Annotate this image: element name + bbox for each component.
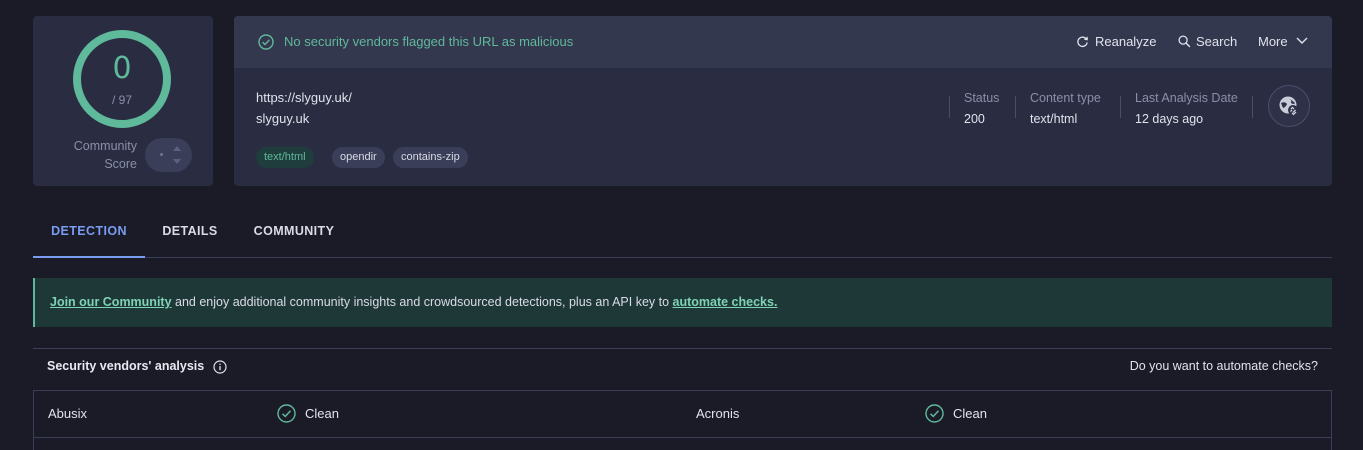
meta-divider — [1252, 96, 1253, 118]
detection-score: 0 — [112, 51, 132, 86]
vendors-analysis-title: Security vendors' analysis — [47, 359, 205, 373]
check-circle-icon — [258, 34, 274, 50]
search-label: Search — [1196, 34, 1238, 49]
banner-text: Join our Community and enjoy additional … — [50, 295, 777, 309]
meta-divider — [1015, 96, 1016, 118]
meta-divider — [949, 96, 950, 118]
status-label: Status — [964, 91, 1000, 105]
last-analysis-label: Last Analysis Date — [1135, 91, 1238, 105]
banner-middle-text: and enjoy additional community insights … — [171, 295, 673, 309]
vendors-table: Abusix Clean Acronis Clean — [33, 390, 1332, 450]
community-banner: Join our Community and enjoy additional … — [33, 278, 1332, 327]
tab-community[interactable]: COMMUNITY — [247, 216, 341, 256]
clean-check-icon — [277, 404, 296, 423]
join-community-link[interactable]: Join our Community — [50, 295, 172, 309]
vendor-name: Abusix — [48, 406, 88, 421]
status-value: 200 — [964, 112, 985, 126]
more-label: More — [1258, 34, 1288, 49]
tab-detection[interactable]: DETECTION — [33, 216, 145, 258]
flag-status-text: No security vendors flagged this URL as … — [284, 34, 574, 49]
summary-header: No security vendors flagged this URL as … — [234, 16, 1332, 68]
automate-checks-link[interactable]: automate checks. — [673, 295, 778, 309]
tag-opendir[interactable]: opendir — [332, 147, 385, 168]
detection-score-card: 0 / 97 Community Score — [33, 16, 213, 186]
chevron-down-icon — [1296, 37, 1308, 44]
globe-link-icon — [1279, 96, 1298, 116]
vendor-verdict: Clean — [953, 406, 987, 421]
url-summary-card: No security vendors flagged this URL as … — [234, 16, 1332, 186]
vote-dot-icon — [160, 153, 163, 156]
scanned-url[interactable]: https://slyguy.uk/ — [256, 90, 352, 105]
last-analysis-value: 12 days ago — [1135, 112, 1204, 126]
community-score-label: Community Score — [73, 139, 137, 171]
vote-up-icon[interactable] — [173, 146, 181, 151]
community-vote-control[interactable] — [145, 138, 192, 172]
vendor-verdict: Clean — [305, 406, 339, 421]
content-type-label: Content type — [1030, 91, 1101, 105]
clean-check-icon — [925, 404, 944, 423]
meta-divider — [1120, 96, 1121, 118]
tab-details[interactable]: DETAILS — [153, 216, 227, 256]
vote-down-icon[interactable] — [173, 159, 181, 164]
tag-text-html[interactable]: text/html — [256, 147, 314, 168]
automate-checks-question[interactable]: Do you want to automate checks? — [1130, 359, 1318, 373]
info-icon[interactable] — [213, 360, 227, 374]
table-row-divider — [34, 437, 1331, 438]
detection-score-total: / 97 — [111, 93, 132, 107]
vendor-name: Acronis — [696, 406, 740, 421]
refresh-icon — [1077, 36, 1088, 48]
search-icon — [1178, 35, 1191, 48]
reanalyze-label: Reanalyze — [1095, 34, 1157, 49]
scanned-domain[interactable]: slyguy.uk — [256, 111, 309, 126]
url-globe-button[interactable] — [1268, 85, 1310, 127]
section-divider — [33, 348, 1332, 349]
tab-bar: DETECTION DETAILS COMMUNITY — [33, 216, 1332, 258]
content-type-value: text/html — [1030, 112, 1078, 126]
tag-contains-zip[interactable]: contains-zip — [393, 147, 468, 168]
